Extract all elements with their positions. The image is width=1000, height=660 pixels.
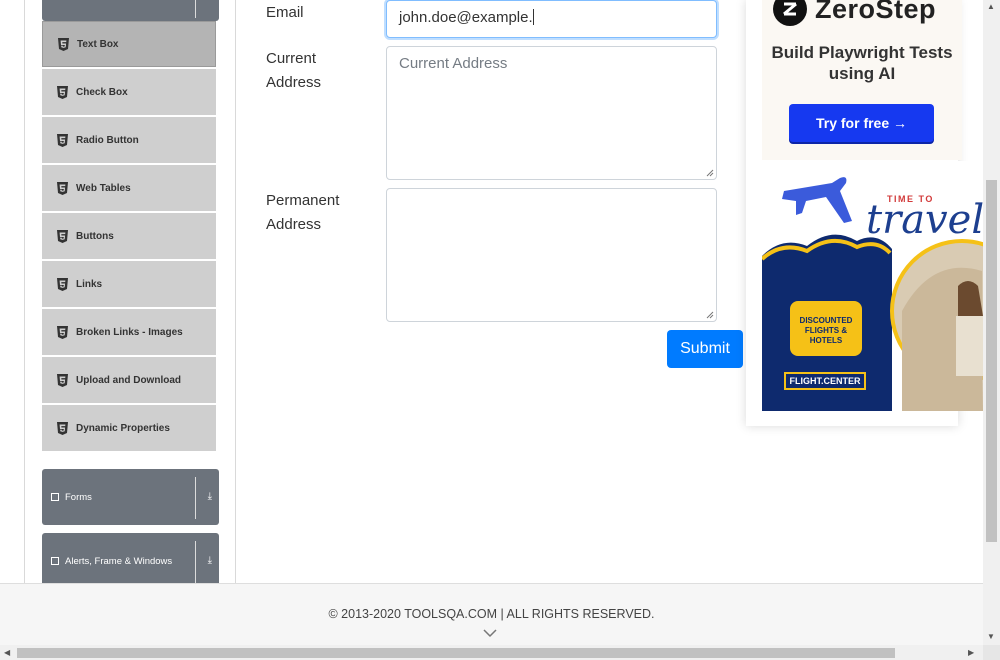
vertical-scroll-thumb[interactable] <box>986 180 997 542</box>
resize-handle-icon[interactable] <box>706 311 714 319</box>
vertical-scrollbar[interactable]: ▲ ▼ <box>983 0 1000 645</box>
text-caret <box>532 9 534 25</box>
sidebar-item-label: Upload and Download <box>76 374 181 386</box>
html5-icon <box>57 181 68 195</box>
sidebar-border-right <box>235 0 236 583</box>
sidebar-item-label: Links <box>76 278 103 290</box>
sidebar-item-label: Radio Button <box>76 134 139 146</box>
flight-center-badge: FLIGHT.CENTER <box>784 372 866 390</box>
group-label: Forms <box>65 491 92 503</box>
html5-icon <box>58 37 69 51</box>
email-label: Email <box>266 4 304 21</box>
html5-icon <box>57 277 68 291</box>
zerostep-logo: ZeroStep <box>773 0 936 26</box>
page: Text Box Check Box Radio Button Web Tabl… <box>0 0 1000 660</box>
zerostep-brand: ZeroStep <box>815 0 937 24</box>
sidebar-border-left <box>24 0 25 583</box>
sidebar-item-dynamic-properties[interactable]: Dynamic Properties <box>42 405 216 451</box>
horizontal-scroll-thumb[interactable] <box>17 648 895 658</box>
permanent-address-label: Permanent Address <box>266 192 340 233</box>
sidebar-item-label: Buttons <box>76 230 114 242</box>
sidebar-item-upload-download[interactable]: Upload and Download <box>42 357 216 403</box>
sidebar-item-buttons[interactable]: Buttons <box>42 213 216 259</box>
html5-icon <box>57 373 68 387</box>
download-icon: ⤓ <box>207 491 212 502</box>
footer: © 2013-2020 TOOLSQA.COM | ALL RIGHTS RES… <box>0 583 983 645</box>
alerts-group-header[interactable]: Alerts, Frame & Windows ⤓ <box>42 533 219 589</box>
html5-icon <box>57 421 68 435</box>
current-address-textarea[interactable]: Current Address <box>386 46 717 180</box>
sidebar-item-links[interactable]: Links <box>42 261 216 307</box>
copyright-text: © 2013-2020 TOOLSQA.COM | ALL RIGHTS RES… <box>328 607 655 621</box>
scrollbar-corner <box>983 645 1000 660</box>
sidebar-menu: Text Box Check Box Radio Button Web Tabl… <box>42 21 216 453</box>
travel-ad[interactable]: TIME TO travel DISCOUNTED FLIGHTS & HOTE… <box>762 161 983 411</box>
horizontal-scrollbar[interactable]: ◀ ▶ <box>0 645 983 660</box>
html5-icon <box>57 229 68 243</box>
sidebar-item-label: Check Box <box>76 86 128 98</box>
travel-headline: travel <box>866 197 983 243</box>
group-header-divider <box>195 477 196 519</box>
scroll-left-arrow-icon[interactable]: ◀ <box>4 648 10 657</box>
zerostep-logo-icon <box>773 0 807 26</box>
scroll-right-arrow-icon[interactable]: ▶ <box>968 648 974 657</box>
elements-group-header[interactable] <box>42 0 219 21</box>
sidebar-item-label: Text Box <box>77 38 119 50</box>
sidebar-item-web-tables[interactable]: Web Tables <box>42 165 216 211</box>
current-address-placeholder: Current Address <box>399 55 508 72</box>
resize-handle-icon[interactable] <box>706 169 714 177</box>
forms-group-header[interactable]: Forms ⤓ <box>42 469 219 525</box>
try-for-free-button[interactable]: Try for free → <box>789 104 934 142</box>
html5-icon <box>57 133 68 147</box>
scroll-up-arrow-icon[interactable]: ▲ <box>987 2 995 11</box>
email-value: john.doe@example. <box>399 9 533 26</box>
sidebar-item-label: Dynamic Properties <box>76 422 170 434</box>
sidebar-item-label: Web Tables <box>76 182 131 194</box>
permanent-address-textarea[interactable] <box>386 188 717 322</box>
window-icon <box>51 557 59 565</box>
group-header-divider <box>195 0 196 18</box>
sidebar-item-check-box[interactable]: Check Box <box>42 69 216 115</box>
sidebar-item-broken-links[interactable]: Broken Links - Images <box>42 309 216 355</box>
discount-bubble: DISCOUNTED FLIGHTS & HOTELS <box>790 301 862 356</box>
sidebar-item-label: Broken Links - Images <box>76 326 183 338</box>
zerostep-headline: Build Playwright Tests using AI <box>771 43 953 83</box>
download-icon: ⤓ <box>207 555 212 566</box>
submit-button[interactable]: Submit <box>667 330 743 368</box>
scroll-down-arrow-icon[interactable]: ▼ <box>987 632 995 641</box>
sidebar-item-radio-button[interactable]: Radio Button <box>42 117 216 163</box>
form-icon <box>51 493 59 501</box>
current-address-label: Current Address <box>266 50 322 91</box>
chevron-down-icon[interactable] <box>483 629 497 638</box>
html5-icon <box>57 325 68 339</box>
sidebar-item-text-box[interactable]: Text Box <box>42 21 216 67</box>
email-input[interactable]: john.doe@example. <box>386 0 717 38</box>
html5-icon <box>57 85 68 99</box>
group-label: Alerts, Frame & Windows <box>65 555 173 567</box>
zerostep-ad[interactable]: ZeroStep Build Playwright Tests using AI… <box>762 0 962 160</box>
group-header-divider <box>195 541 196 583</box>
